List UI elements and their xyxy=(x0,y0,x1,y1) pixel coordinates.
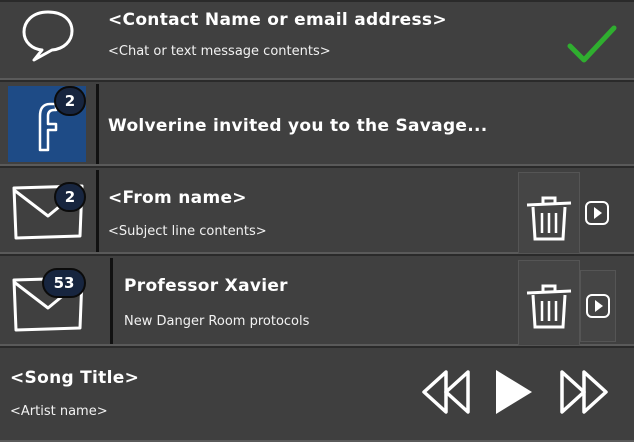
play-icon[interactable] xyxy=(490,366,536,418)
email-from-name: Professor Xavier xyxy=(124,276,288,296)
trash-icon xyxy=(526,196,572,241)
email-notification[interactable]: 53 Professor Xavier New Danger Room prot… xyxy=(0,254,634,346)
notification-panel: <Contact Name or email address> <Chat or… xyxy=(0,0,634,442)
artist-name: <Artist name> xyxy=(10,404,108,419)
divider xyxy=(96,170,99,252)
song-title: <Song Title> xyxy=(10,368,140,388)
email-from-name: <From name> xyxy=(108,188,247,208)
play-small-icon xyxy=(585,201,609,225)
email-notification[interactable]: 2 <From name> <Subject line contents> xyxy=(0,166,634,254)
expand-button[interactable] xyxy=(580,172,614,252)
checkmark-icon[interactable] xyxy=(566,24,618,64)
facebook-notification[interactable]: 2 Wolverine invited you to the Savage... xyxy=(0,80,634,166)
email-subject: <Subject line contents> xyxy=(108,224,267,239)
divider xyxy=(96,84,99,164)
facebook-count-badge: 2 xyxy=(54,86,86,116)
trash-icon xyxy=(526,284,572,329)
chat-contact-name: <Contact Name or email address> xyxy=(108,10,447,30)
email-count-badge: 53 xyxy=(42,268,86,298)
rewind-icon[interactable] xyxy=(418,368,474,416)
media-player: <Song Title> <Artist name> xyxy=(0,346,634,442)
email-count-badge: 2 xyxy=(54,182,86,212)
email-subject: New Danger Room protocols xyxy=(124,314,310,329)
delete-button[interactable] xyxy=(518,172,580,254)
facebook-message: Wolverine invited you to the Savage... xyxy=(108,116,488,136)
expand-button[interactable] xyxy=(580,270,616,342)
fast-forward-icon[interactable] xyxy=(556,368,612,416)
divider xyxy=(110,258,113,344)
play-small-icon xyxy=(586,294,610,318)
chat-notification[interactable]: <Contact Name or email address> <Chat or… xyxy=(0,0,634,80)
chat-bubble-icon xyxy=(22,10,74,62)
delete-button[interactable] xyxy=(518,260,580,346)
chat-message-preview: <Chat or text message contents> xyxy=(108,44,331,59)
